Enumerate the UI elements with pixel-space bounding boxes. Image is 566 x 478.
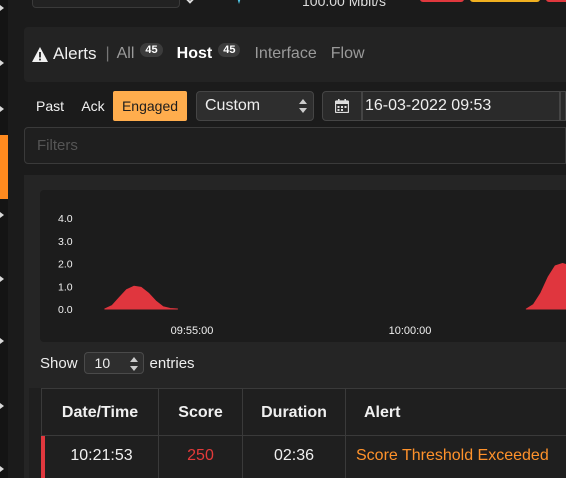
sidebar-expand-icon[interactable]: [0, 403, 4, 409]
y-tick-label: 1.0: [58, 281, 73, 293]
x-tick-label: 09:55:00: [171, 325, 214, 337]
throughput-readout: 100.00 Mbit/s: [302, 0, 387, 9]
ack-button[interactable]: Ack: [74, 91, 112, 121]
status-badge-red[interactable]: [420, 0, 464, 2]
end-date-input[interactable]: [560, 91, 566, 121]
alert-area-series-1[interactable]: [104, 285, 178, 310]
begin-date-input[interactable]: 16-03-2022 09:53: [362, 91, 560, 121]
time-range-value: Custom: [205, 97, 261, 114]
y-tick-label: 2.0: [58, 259, 73, 271]
cell-duration: 02:36: [243, 436, 346, 478]
alert-area-series-2[interactable]: [525, 263, 566, 310]
select-arrows-icon: [299, 99, 307, 113]
column-header-score[interactable]: Score: [159, 388, 243, 435]
sidebar: [0, 0, 8, 478]
time-range-select[interactable]: Custom: [196, 91, 314, 121]
sidebar-expand-icon[interactable]: [0, 60, 4, 66]
cell-score: 250: [159, 436, 243, 478]
page-length-control: Show 10 entries: [40, 352, 195, 374]
table-header: Date/Time Score Duration Alert: [41, 388, 566, 435]
filters-input[interactable]: Filters: [24, 127, 566, 164]
entries-select[interactable]: 10: [83, 352, 144, 374]
sidebar-expand-icon[interactable]: [0, 338, 4, 344]
count-badge: 45: [218, 43, 241, 57]
warning-icon: [32, 46, 48, 62]
sidebar-active-item[interactable]: [0, 135, 8, 199]
chevron-down-icon[interactable]: [184, 0, 196, 4]
tab-flow[interactable]: Flow: [331, 45, 365, 63]
column-header-duration[interactable]: Duration: [243, 388, 346, 435]
alerts-nav: Alerts | All 45 Host 45 Interface Flow: [24, 27, 566, 82]
y-tick-label: 0.0: [58, 304, 73, 316]
past-button[interactable]: Past: [30, 91, 70, 121]
x-tick-label: 10:00:00: [389, 325, 432, 337]
show-label: Show: [40, 354, 78, 372]
table-row[interactable]: 10:21:53 250 02:36 Score Threshold Excee…: [41, 435, 566, 478]
count-badge: 45: [140, 43, 163, 57]
top-navbar: 100.00 Mbit/s: [24, 0, 566, 14]
tab-all[interactable]: All 45: [117, 43, 163, 63]
nav-separator: |: [105, 45, 110, 62]
sidebar-expand-icon[interactable]: [0, 466, 4, 472]
tab-host[interactable]: Host 45: [177, 43, 241, 63]
status-badge-red[interactable]: [546, 0, 566, 2]
y-tick-label: 3.0: [58, 236, 73, 248]
sidebar-expand-icon[interactable]: [0, 276, 4, 282]
alerts-table: Date/Time Score Duration Alert 10:21:53 …: [29, 388, 566, 478]
top-search-field[interactable]: [32, 0, 180, 8]
drop-indicator-icon: [236, 0, 242, 4]
tab-interface[interactable]: Interface: [254, 45, 316, 63]
cell-datetime: 10:21:53: [41, 436, 159, 478]
column-header-alert[interactable]: Alert: [346, 388, 566, 435]
sidebar-expand-icon[interactable]: [0, 212, 4, 218]
entries-label: entries: [149, 354, 195, 372]
select-arrows-icon: [129, 357, 138, 371]
sidebar-expand-icon[interactable]: [0, 5, 4, 11]
alerts-timeseries-chart: 4.0 3.0 2.0 1.0 0.0 09:55:00 10:00:00: [58, 213, 566, 337]
entries-value: 10: [94, 355, 111, 371]
calendar-button[interactable]: [322, 91, 362, 121]
y-tick-label: 4.0: [58, 213, 73, 225]
calendar-icon: [335, 99, 349, 113]
engaged-button[interactable]: Engaged: [113, 91, 187, 121]
status-badge-yellow[interactable]: [470, 0, 540, 2]
column-header-datetime[interactable]: Date/Time: [41, 388, 159, 435]
sidebar-expand-icon[interactable]: [0, 106, 4, 112]
page-title: Alerts: [53, 44, 97, 63]
cell-alert[interactable]: Score Threshold Exceeded: [346, 436, 566, 478]
